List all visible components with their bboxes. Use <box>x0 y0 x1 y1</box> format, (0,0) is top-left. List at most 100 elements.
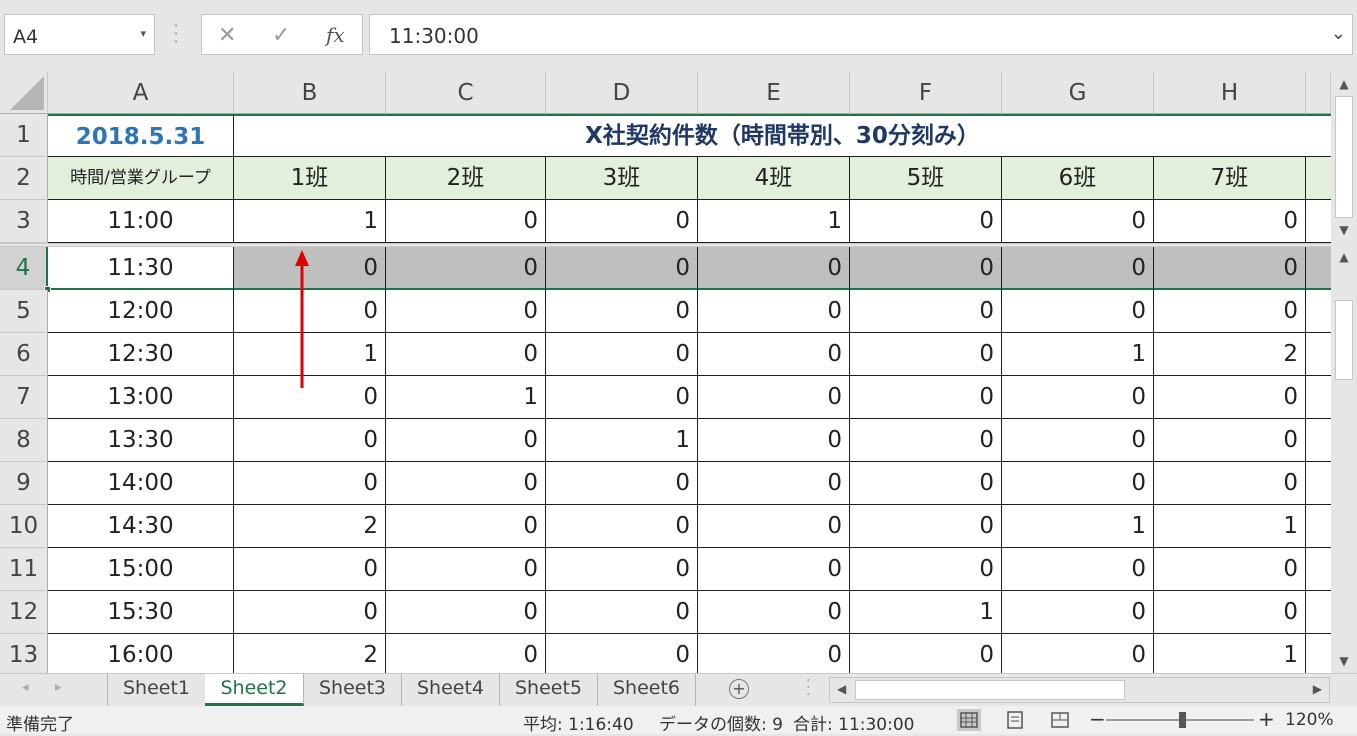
spreadsheet-cell[interactable] <box>1306 591 1331 634</box>
count-cell[interactable]: 0 <box>1154 548 1306 591</box>
zoom-in-icon[interactable]: + <box>1258 707 1275 731</box>
formula-input[interactable]: 11:30:00 ⌄ <box>369 14 1353 55</box>
time-cell[interactable]: 16:00 <box>48 634 234 673</box>
column-header-c[interactable]: C <box>386 72 546 114</box>
group-header-cell[interactable]: 6班 <box>1002 157 1154 200</box>
row-header-12[interactable]: 12 <box>0 591 48 634</box>
count-cell[interactable]: 0 <box>1154 200 1306 243</box>
expand-formula-icon[interactable]: ⌄ <box>1331 23 1346 44</box>
spreadsheet-cell[interactable] <box>1306 634 1331 673</box>
count-cell[interactable]: 0 <box>850 376 1002 419</box>
count-cell[interactable]: 1 <box>850 591 1002 634</box>
add-sheet-icon[interactable]: + <box>729 679 749 699</box>
row-label-cell[interactable]: 時間/営業グループ <box>48 157 234 200</box>
count-cell[interactable]: 1 <box>1154 505 1306 548</box>
row-header-5[interactable]: 5 <box>0 290 48 333</box>
group-header-cell[interactable]: 2班 <box>386 157 546 200</box>
count-cell[interactable]: 2 <box>1154 333 1306 376</box>
scroll-right-icon[interactable]: ▶ <box>1313 682 1322 696</box>
spreadsheet-cell[interactable] <box>1306 505 1331 548</box>
count-cell[interactable]: 0 <box>386 290 546 333</box>
count-cell[interactable]: 0 <box>698 290 850 333</box>
count-cell[interactable]: 0 <box>698 505 850 548</box>
enter-icon[interactable]: ✓ <box>272 23 290 48</box>
date-cell[interactable]: 2018.5.31 <box>48 114 234 157</box>
count-cell[interactable]: 0 <box>850 290 1002 333</box>
count-cell[interactable]: 0 <box>698 333 850 376</box>
normal-view-icon[interactable] <box>957 709 981 731</box>
count-cell[interactable]: 0 <box>850 247 1002 290</box>
spreadsheet-cell[interactable] <box>1306 376 1331 419</box>
tab-sheet1[interactable]: Sheet1 <box>107 674 206 706</box>
select-all-corner[interactable] <box>0 72 48 114</box>
column-header-b[interactable]: B <box>234 72 386 114</box>
scroll-up-icon[interactable]: ▲ <box>1334 247 1354 267</box>
zoom-out-icon[interactable]: − <box>1089 707 1106 731</box>
count-cell[interactable]: 0 <box>1154 419 1306 462</box>
row-header-2[interactable]: 2 <box>0 157 48 200</box>
count-cell[interactable]: 0 <box>1002 200 1154 243</box>
group-header-cell[interactable]: 7班 <box>1154 157 1306 200</box>
count-cell[interactable]: 0 <box>234 419 386 462</box>
scroll-down-icon[interactable]: ▼ <box>1334 220 1354 240</box>
count-cell[interactable]: 2 <box>234 505 386 548</box>
row-header-10[interactable]: 10 <box>0 505 48 548</box>
spreadsheet-cell[interactable] <box>1306 200 1331 243</box>
tab-sheet3[interactable]: Sheet3 <box>304 674 402 706</box>
count-cell[interactable]: 0 <box>546 634 698 673</box>
spreadsheet-cell[interactable] <box>1306 462 1331 505</box>
horizontal-scrollbar[interactable]: ◀ ▶ <box>829 677 1330 703</box>
group-header-cell[interactable]: 4班 <box>698 157 850 200</box>
zoom-level[interactable]: 120% <box>1285 710 1334 730</box>
time-cell[interactable]: 14:30 <box>48 505 234 548</box>
group-header-cell[interactable]: 1班 <box>234 157 386 200</box>
tab-sheet4[interactable]: Sheet4 <box>402 674 500 706</box>
count-cell[interactable]: 0 <box>234 462 386 505</box>
count-cell[interactable]: 0 <box>386 634 546 673</box>
count-cell[interactable]: 0 <box>546 591 698 634</box>
count-cell[interactable]: 0 <box>698 247 850 290</box>
count-cell[interactable]: 0 <box>850 462 1002 505</box>
row-header-4[interactable]: 4 <box>0 247 48 290</box>
row-header-7[interactable]: 7 <box>0 376 48 419</box>
tab-scroll-right-icon[interactable]: ▸ <box>55 680 62 695</box>
count-cell[interactable]: 0 <box>234 591 386 634</box>
time-cell[interactable]: 12:00 <box>48 290 234 333</box>
spreadsheet-cell[interactable] <box>1306 157 1331 200</box>
row-header-13[interactable]: 13 <box>0 634 48 673</box>
time-cell[interactable]: 11:00 <box>48 200 234 243</box>
count-cell[interactable]: 0 <box>698 376 850 419</box>
count-cell[interactable]: 0 <box>546 290 698 333</box>
count-cell[interactable]: 0 <box>1002 247 1154 290</box>
count-cell[interactable]: 0 <box>546 548 698 591</box>
count-cell[interactable]: 0 <box>850 505 1002 548</box>
scroll-thumb-top[interactable] <box>1335 96 1353 218</box>
cancel-icon[interactable]: ✕ <box>218 23 236 48</box>
horizontal-scroll-thumb[interactable] <box>855 680 1125 700</box>
count-cell[interactable]: 0 <box>1002 419 1154 462</box>
page-break-view-icon[interactable] <box>1048 709 1072 731</box>
page-layout-view-icon[interactable] <box>1003 709 1027 731</box>
count-cell[interactable]: 1 <box>698 200 850 243</box>
count-cell[interactable]: 0 <box>386 462 546 505</box>
count-cell[interactable]: 0 <box>850 634 1002 673</box>
count-cell[interactable]: 0 <box>386 591 546 634</box>
row-header-1[interactable]: 1 <box>0 114 48 157</box>
count-cell[interactable]: 0 <box>1154 247 1306 290</box>
scroll-thumb[interactable] <box>1335 300 1353 380</box>
group-header-cell[interactable]: 5班 <box>850 157 1002 200</box>
count-cell[interactable]: 0 <box>1154 591 1306 634</box>
count-cell[interactable]: 0 <box>850 419 1002 462</box>
count-cell[interactable]: 0 <box>1154 376 1306 419</box>
count-cell[interactable]: 1 <box>546 419 698 462</box>
scroll-down-icon[interactable]: ▼ <box>1334 651 1354 671</box>
time-cell[interactable]: 15:30 <box>48 591 234 634</box>
count-cell[interactable]: 0 <box>386 419 546 462</box>
count-cell[interactable]: 1 <box>1002 333 1154 376</box>
vertical-scrollbar[interactable]: ▲ ▼ ▲ ▼ <box>1331 72 1357 673</box>
row-header-8[interactable]: 8 <box>0 419 48 462</box>
column-header-d[interactable]: D <box>546 72 698 114</box>
spreadsheet-cell[interactable] <box>1306 247 1331 290</box>
spreadsheet-cell[interactable] <box>1306 333 1331 376</box>
count-cell[interactable]: 1 <box>386 376 546 419</box>
